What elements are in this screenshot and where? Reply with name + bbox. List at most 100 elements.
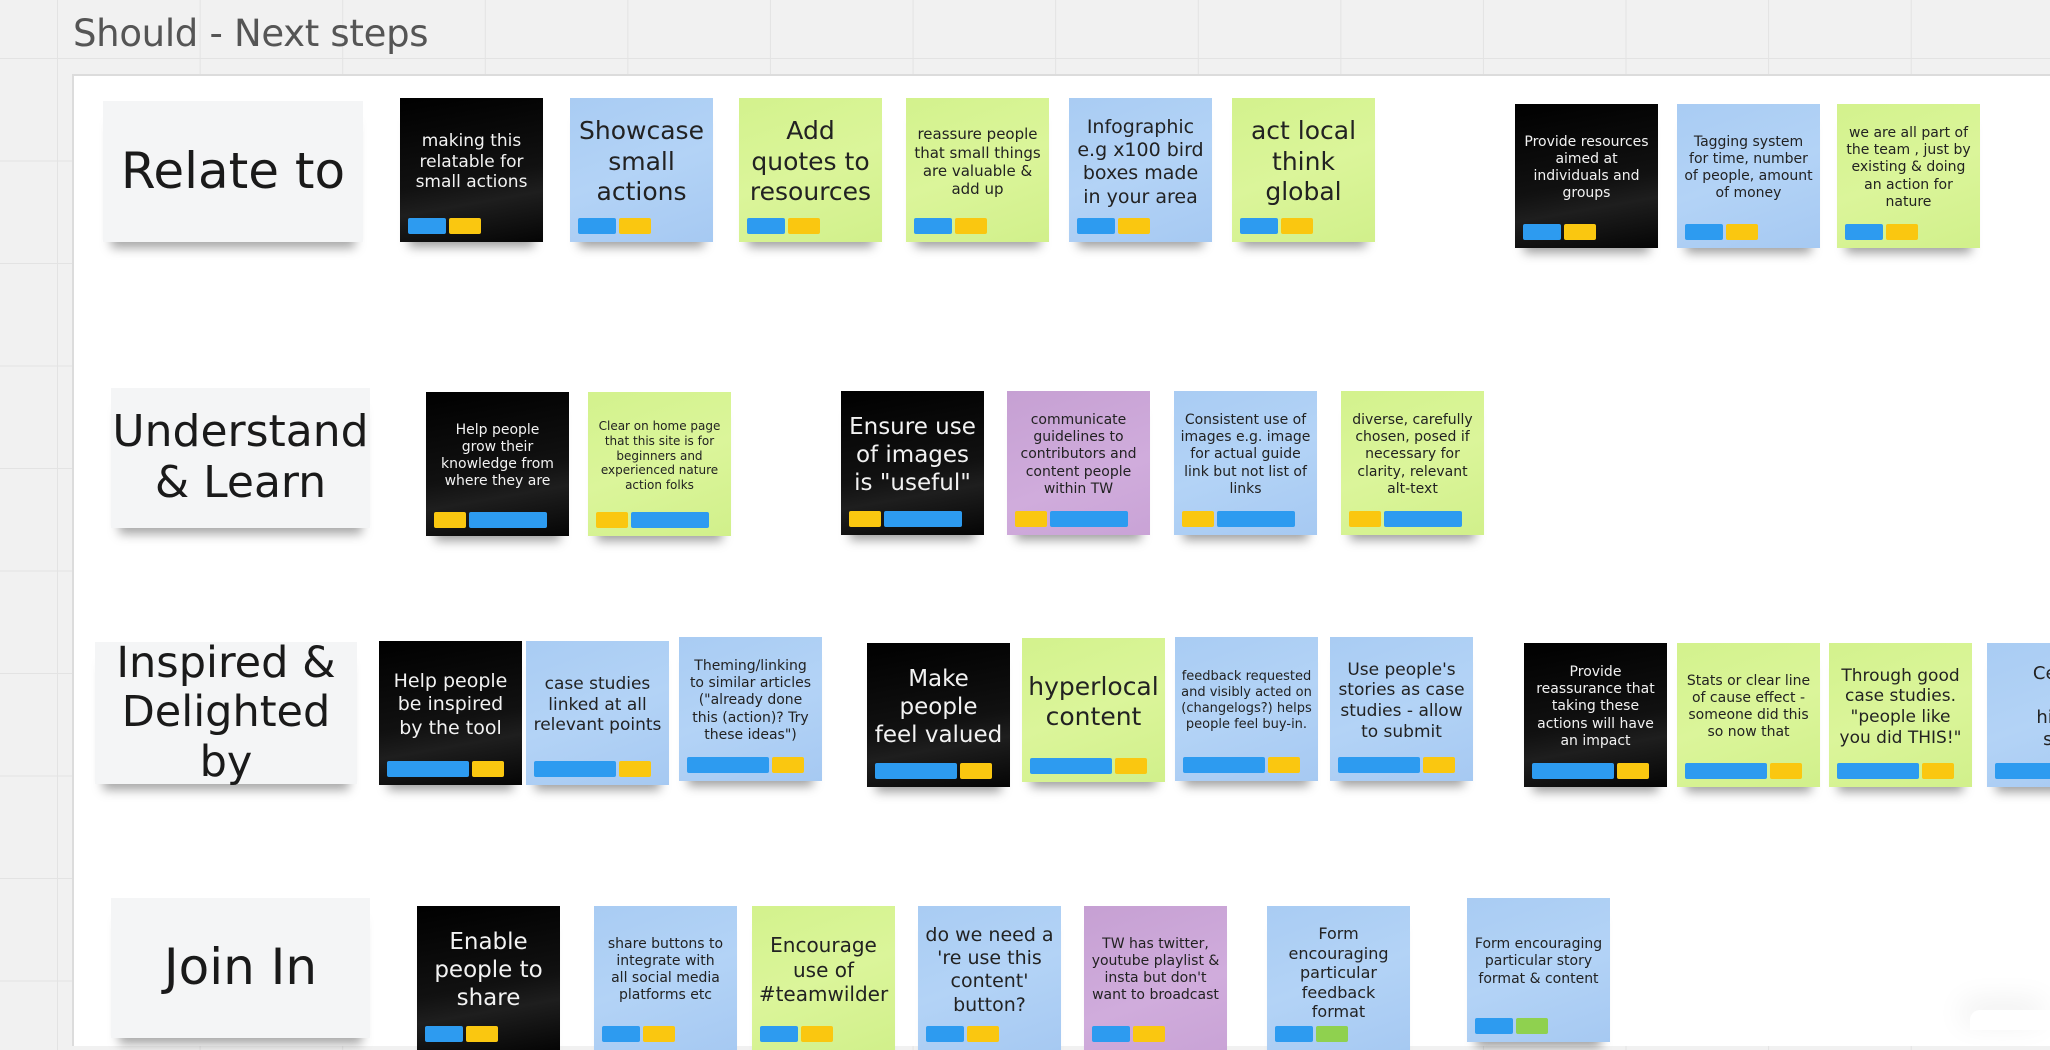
sticky-note-black[interactable]: making this relatable for small actions — [400, 98, 543, 242]
tag-yellow[interactable] — [801, 1026, 833, 1042]
tag-yellow[interactable] — [788, 218, 820, 234]
tag-yellow[interactable] — [1564, 224, 1596, 240]
tag-yellow[interactable] — [1770, 763, 1802, 779]
tag-yellow[interactable] — [1423, 757, 1455, 773]
sticky-note-purple[interactable]: TW has twitter, youtube playlist & insta b… — [1084, 906, 1227, 1050]
tag-yellow[interactable] — [967, 1026, 999, 1042]
frame-title[interactable]: Should - Next steps — [73, 12, 429, 55]
tag-blue[interactable] — [1384, 511, 1462, 527]
tag-blue[interactable] — [1532, 763, 1614, 779]
tag-blue[interactable] — [1183, 757, 1265, 773]
tag-yellow[interactable] — [449, 218, 481, 234]
sticky-note-purple[interactable]: communicate guidelines to contributors and… — [1007, 391, 1150, 535]
sticky-note-blue[interactable]: share buttons to integrate with all social… — [594, 906, 737, 1050]
tag-yellow[interactable] — [772, 757, 804, 773]
sticky-note-green[interactable]: hyperlocal content — [1022, 638, 1165, 782]
tag-blue[interactable] — [747, 218, 785, 234]
tag-blue[interactable] — [875, 763, 957, 779]
sticky-note-black[interactable]: Make people feel valued — [867, 643, 1010, 787]
sticky-note-blue[interactable]: Consistent use of images e.g. image for ac… — [1174, 391, 1317, 535]
tag-blue[interactable] — [760, 1026, 798, 1042]
tag-blue[interactable] — [1995, 763, 2050, 779]
sticky-note-blue[interactable]: Form encouraging particular story format &… — [1467, 898, 1610, 1042]
tag-blue[interactable] — [469, 512, 547, 528]
tag-blue[interactable] — [387, 761, 469, 777]
tag-blue[interactable] — [1030, 758, 1112, 774]
tag-yellow[interactable] — [1115, 758, 1147, 774]
tag-yellow[interactable] — [1349, 511, 1381, 527]
tag-yellow[interactable] — [1118, 218, 1150, 234]
tag-yellow[interactable] — [472, 761, 504, 777]
sticky-note-green[interactable]: Through good case studies. "people like you… — [1829, 643, 1972, 787]
tag-blue[interactable] — [1523, 224, 1561, 240]
sticky-note-black[interactable]: Enable people to share — [417, 906, 560, 1050]
tag-blue[interactable] — [1845, 224, 1883, 240]
tag-blue[interactable] — [1077, 218, 1115, 234]
row-label-card[interactable]: Relate to — [103, 101, 363, 242]
tag-green[interactable] — [1316, 1026, 1348, 1042]
tag-blue[interactable] — [578, 218, 616, 234]
sticky-note-blue[interactable]: Form encouraging particular feedback format — [1267, 906, 1410, 1050]
sticky-note-green[interactable]: reassure people that small things are valu… — [906, 98, 1049, 242]
sticky-note-blue[interactable]: Theming/linking to similar articles ("alre… — [679, 637, 822, 781]
sticky-note-green[interactable]: Encourage use of #teamwilder — [752, 906, 895, 1050]
row-label-card[interactable]: Join In — [111, 898, 370, 1038]
tag-blue[interactable] — [1837, 763, 1919, 779]
sticky-note-blue[interactable]: Celebbhighlsuc — [1987, 643, 2050, 787]
row-label-card[interactable]: Inspired & Delighted by — [95, 638, 357, 786]
tag-yellow[interactable] — [960, 763, 992, 779]
tag-blue[interactable] — [926, 1026, 964, 1042]
sticky-note-blue[interactable]: feedback requested and visibly acted on (c… — [1175, 637, 1318, 781]
sticky-note-green[interactable]: Stats or clear line of cause effect - some… — [1677, 643, 1820, 787]
tag-blue[interactable] — [1050, 511, 1128, 527]
tag-blue[interactable] — [631, 512, 709, 528]
sticky-note-green[interactable]: diverse, carefully chosen, posed if necess… — [1341, 391, 1484, 535]
tag-yellow[interactable] — [619, 218, 651, 234]
row-label-card[interactable]: Understand & Learn — [111, 388, 370, 528]
tag-yellow[interactable] — [1281, 218, 1313, 234]
tag-blue[interactable] — [1240, 218, 1278, 234]
tag-yellow[interactable] — [596, 512, 628, 528]
tag-yellow[interactable] — [434, 512, 466, 528]
tag-blue[interactable] — [1685, 224, 1723, 240]
tag-blue[interactable] — [534, 761, 616, 777]
sticky-note-green[interactable]: we are all part of the team , just by exis… — [1837, 104, 1980, 248]
sticky-note-blue[interactable]: case studies linked at all relevant points — [526, 641, 669, 785]
sticky-note-green[interactable]: act local think global — [1232, 98, 1375, 242]
sticky-note-black[interactable]: Help people grow their knowledge from where… — [426, 392, 569, 536]
tag-blue[interactable] — [1475, 1018, 1513, 1034]
sticky-note-blue[interactable]: Tagging system for time, number of people,… — [1677, 104, 1820, 248]
tag-yellow[interactable] — [1886, 224, 1918, 240]
sticky-note-green[interactable]: Add quotes to resources — [739, 98, 882, 242]
tag-yellow[interactable] — [1726, 224, 1758, 240]
tag-blue[interactable] — [1217, 511, 1295, 527]
sticky-note-blue[interactable]: Showcase small actions — [570, 98, 713, 242]
tag-blue[interactable] — [914, 218, 952, 234]
tag-blue[interactable] — [1685, 763, 1767, 779]
sticky-note-green[interactable]: Clear on home page that this site is for b… — [588, 392, 731, 536]
tag-yellow[interactable] — [643, 1026, 675, 1042]
tag-yellow[interactable] — [466, 1026, 498, 1042]
sticky-note-black[interactable]: Help people be inspired by the tool — [379, 641, 522, 785]
tag-yellow[interactable] — [1922, 763, 1954, 779]
tag-blue[interactable] — [425, 1026, 463, 1042]
tag-blue[interactable] — [408, 218, 446, 234]
tag-blue[interactable] — [884, 511, 962, 527]
tag-blue[interactable] — [1338, 757, 1420, 773]
tag-yellow[interactable] — [1015, 511, 1047, 527]
tag-yellow[interactable] — [619, 761, 651, 777]
tag-yellow[interactable] — [1182, 511, 1214, 527]
sticky-note-black[interactable]: Provide reassurance that taking these actio… — [1524, 643, 1667, 787]
tag-blue[interactable] — [602, 1026, 640, 1042]
tag-yellow[interactable] — [1268, 757, 1300, 773]
sticky-note-blue[interactable]: Use people's stories as case studies - all… — [1330, 637, 1473, 781]
tag-green[interactable] — [1516, 1018, 1548, 1034]
tag-blue[interactable] — [1092, 1026, 1130, 1042]
tag-yellow[interactable] — [955, 218, 987, 234]
sticky-note-blue[interactable]: Infographic e.g x100 bird boxes made in you… — [1069, 98, 1212, 242]
tag-yellow[interactable] — [849, 511, 881, 527]
sticky-note-blue[interactable]: do we need a're use this content' button? — [918, 906, 1061, 1050]
tag-blue[interactable] — [687, 757, 769, 773]
tag-yellow[interactable] — [1133, 1026, 1165, 1042]
tag-yellow[interactable] — [1617, 763, 1649, 779]
